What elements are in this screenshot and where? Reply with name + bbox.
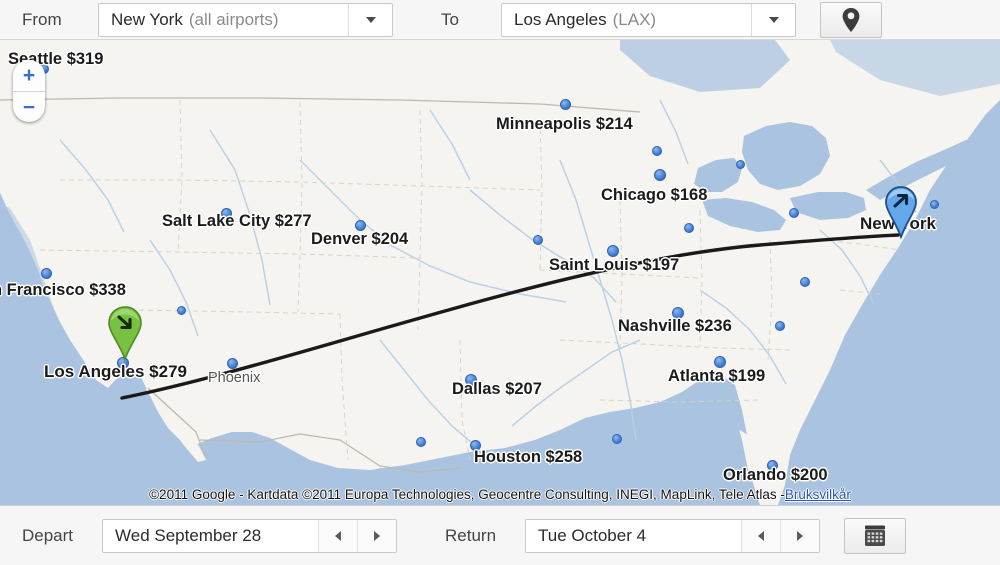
- flight-search-map-widget: From New York (all airports) To Los Angel…: [0, 0, 1000, 565]
- city-dot-detroit[interactable]: [736, 160, 745, 169]
- locate-button[interactable]: [820, 1, 882, 38]
- city-dot-kansas-city[interactable]: [533, 235, 543, 245]
- depart-next-day-button[interactable]: [357, 519, 396, 552]
- city-dot-phoenix[interactable]: [227, 358, 238, 369]
- to-label: To: [441, 9, 459, 29]
- return-date-field[interactable]: Tue October 4: [525, 518, 820, 553]
- city-dot-boston[interactable]: [930, 200, 939, 209]
- to-airport-city: Los Angeles: [514, 9, 607, 29]
- to-airport-value: Los Angeles (LAX): [502, 10, 751, 30]
- city-dot-new-orleans[interactable]: [612, 434, 622, 444]
- price-label-minneapolis[interactable]: Minneapolis $214: [496, 115, 633, 134]
- zoom-out-button[interactable]: −: [13, 91, 45, 123]
- chevron-down-icon: [365, 16, 376, 23]
- city-dot-cleveland[interactable]: [789, 208, 799, 218]
- triangle-right-icon: [797, 530, 803, 541]
- triangle-left-icon: [758, 530, 764, 541]
- price-label-houston[interactable]: Houston $258: [474, 448, 582, 467]
- map-attribution-text: ©2011 Google - Kartdata ©2011 Europa Tec…: [149, 486, 785, 502]
- from-airport-combobox[interactable]: New York (all airports): [98, 2, 393, 37]
- to-airport-combobox[interactable]: Los Angeles (LAX): [501, 2, 796, 37]
- date-toolbar: Depart Wed September 28 Return Tue Octob…: [0, 505, 1000, 565]
- city-dot-indianapolis[interactable]: [684, 223, 694, 233]
- return-next-day-button[interactable]: [780, 519, 819, 552]
- depart-arrow-pin: [885, 186, 917, 239]
- triangle-left-icon: [335, 530, 341, 541]
- map-label-phoenix: Phoenix: [208, 370, 261, 386]
- depart-date-field[interactable]: Wed September 28: [102, 518, 397, 553]
- city-dot-chicago[interactable]: [654, 169, 666, 181]
- from-label: From: [22, 9, 62, 29]
- search-toolbar: From New York (all airports) To Los Angel…: [0, 0, 1000, 40]
- calendar-icon: [865, 525, 885, 546]
- return-label: Return: [445, 525, 497, 545]
- price-label-denver[interactable]: Denver $204: [311, 230, 408, 249]
- price-label-salt-lake-city[interactable]: Salt Lake City $277: [162, 212, 312, 231]
- return-date-steppers[interactable]: [741, 519, 819, 552]
- city-dot-milwaukee[interactable]: [652, 146, 662, 156]
- map-pin-icon: [842, 7, 860, 32]
- price-label-dallas[interactable]: Dallas $207: [452, 380, 542, 399]
- depart-date-steppers[interactable]: [318, 519, 396, 552]
- zoom-in-button[interactable]: +: [13, 60, 45, 91]
- return-date-value: Tue October 4: [538, 525, 647, 545]
- calendar-button[interactable]: [844, 517, 906, 554]
- chevron-down-icon: [768, 16, 779, 23]
- price-label-atlanta[interactable]: Atlanta $199: [668, 367, 765, 386]
- map-basemap: [0, 40, 1000, 505]
- price-label-los-angeles[interactable]: Los Angeles $279: [44, 362, 187, 382]
- city-dot-san-antonio[interactable]: [416, 437, 426, 447]
- city-dot-washington[interactable]: [800, 277, 810, 287]
- depart-label: Depart: [22, 525, 74, 545]
- from-airport-city: New York: [111, 9, 183, 29]
- arrive-arrow-pin: [108, 306, 142, 361]
- from-airport-qualifier: (all airports): [188, 9, 279, 29]
- price-label-nashville[interactable]: Nashville $236: [618, 317, 732, 336]
- return-prev-day-button[interactable]: [742, 519, 780, 552]
- city-dot-las-vegas[interactable]: [177, 306, 186, 315]
- depart-date-value: Wed September 28: [115, 525, 262, 545]
- map-attribution: ©2011 Google - Kartdata ©2011 Europa Tec…: [0, 483, 1000, 505]
- price-label-saint-louis[interactable]: Saint Louis $197: [549, 256, 679, 275]
- from-dropdown-button[interactable]: [348, 3, 392, 36]
- price-label-chicago[interactable]: Chicago $168: [601, 186, 707, 205]
- depart-prev-day-button[interactable]: [319, 519, 357, 552]
- route-map[interactable]: + − Seattle $319 n Francisco $338 Salt L…: [0, 40, 1000, 505]
- city-dot-charlotte[interactable]: [775, 321, 785, 331]
- to-airport-qualifier: (LAX): [612, 9, 657, 29]
- map-terms-link[interactable]: Bruksvilkår: [785, 487, 851, 502]
- to-dropdown-button[interactable]: [751, 3, 795, 36]
- triangle-right-icon: [374, 530, 380, 541]
- city-dot-san-francisco[interactable]: [41, 268, 52, 279]
- from-airport-value: New York (all airports): [99, 10, 348, 30]
- map-zoom-control[interactable]: + −: [13, 60, 45, 122]
- city-dot-minneapolis[interactable]: [560, 99, 571, 110]
- price-label-san-francisco[interactable]: n Francisco $338: [0, 281, 126, 300]
